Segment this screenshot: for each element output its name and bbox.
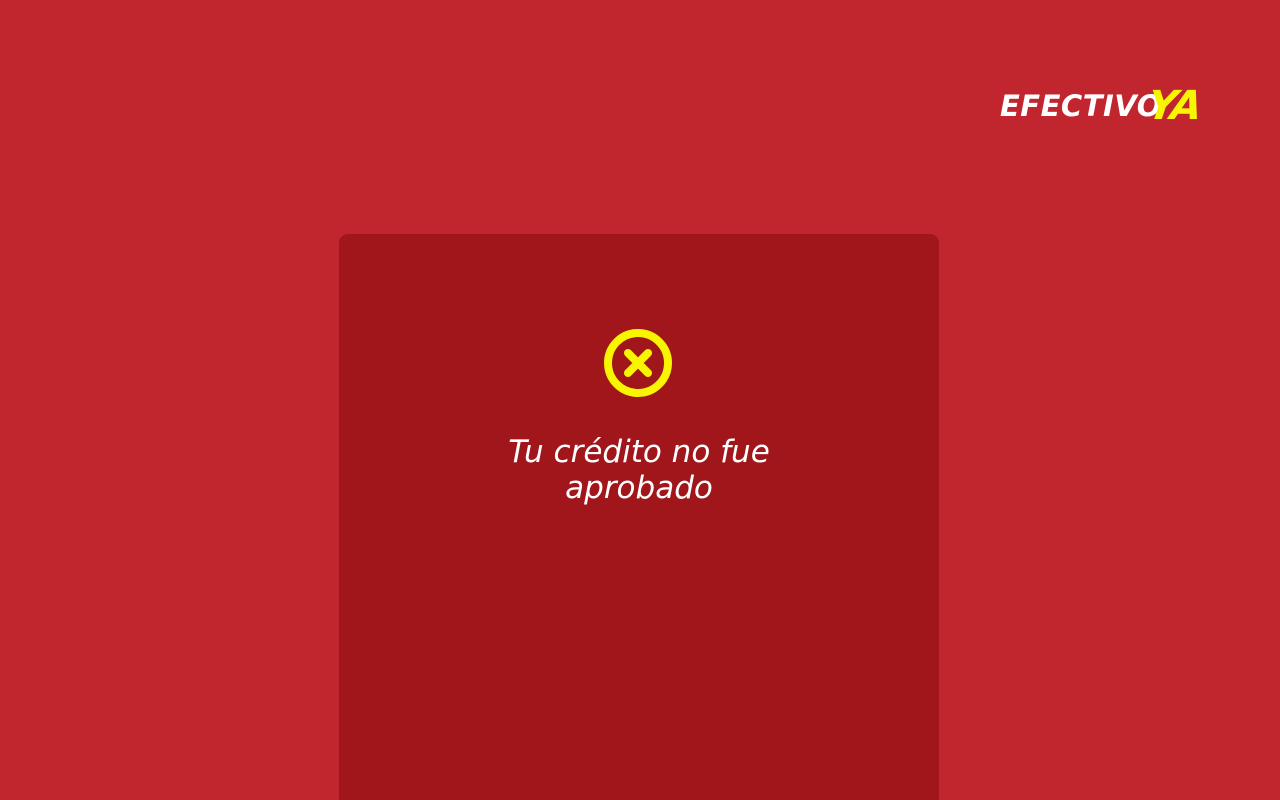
logo-accent: YA bbox=[1144, 83, 1204, 129]
close-circle-icon bbox=[604, 329, 672, 397]
result-card: Tu crédito no fue aprobado bbox=[339, 234, 939, 800]
brand-logo: EFECTIVO YA bbox=[998, 83, 1203, 132]
logo-wordmark: EFECTIVO bbox=[1000, 89, 1162, 123]
result-message: Tu crédito no fue aprobado bbox=[508, 434, 770, 506]
